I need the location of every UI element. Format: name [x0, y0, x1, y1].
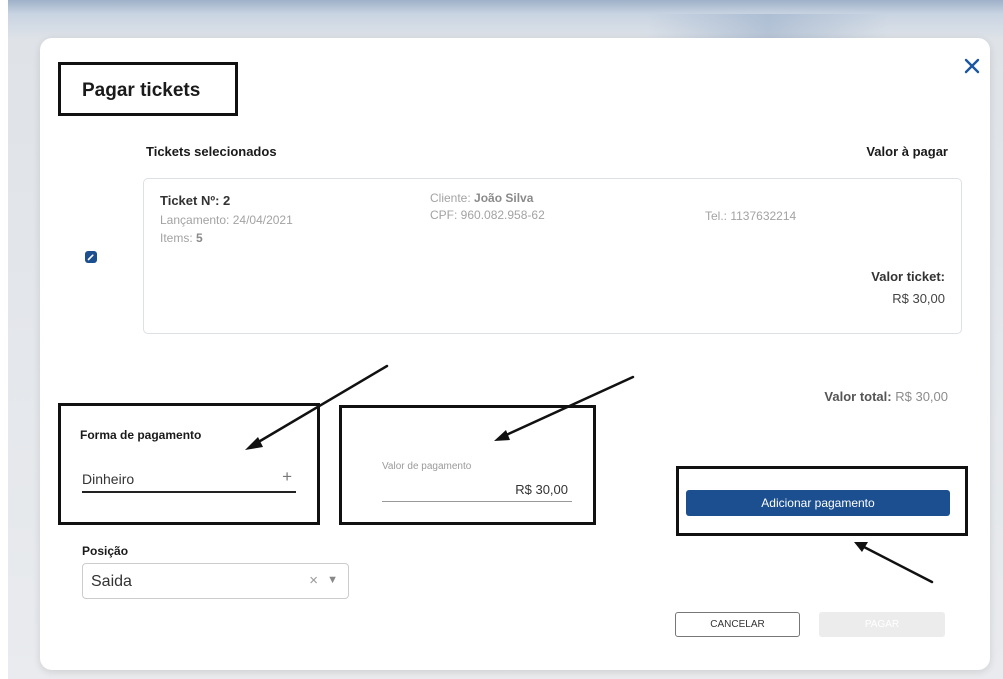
- ticket-items-count: 5: [196, 231, 203, 245]
- ticket-card[interactable]: Ticket Nº: 2 Lançamento: 24/04/2021 Item…: [143, 178, 962, 334]
- ticket-client-name: João Silva: [474, 191, 534, 205]
- ticket-value: R$ 30,00: [892, 291, 945, 306]
- ticket-number: Ticket Nº: 2: [160, 193, 231, 208]
- ticket-client-label: Cliente:: [430, 191, 471, 205]
- ticket-launch-date: Lançamento: 24/04/2021: [160, 213, 293, 227]
- ticket-client: Cliente: João Silva: [430, 191, 533, 205]
- amount-due-header: Valor à pagar: [866, 144, 948, 159]
- selected-tickets-header: Tickets selecionados: [146, 144, 277, 159]
- ticket-items: Items: 5: [160, 231, 203, 245]
- total-value: Valor total: R$ 30,00: [824, 389, 948, 404]
- caret-down-icon[interactable]: ▼: [327, 574, 338, 586]
- total-value-label: Valor total:: [824, 389, 892, 404]
- add-payment-button[interactable]: Adicionar pagamento: [686, 490, 950, 516]
- pay-tickets-modal: Pagar tickets Tickets selecionados Valor…: [40, 38, 990, 670]
- ticket-phone: Tel.: 1137632214: [705, 209, 797, 223]
- position-select[interactable]: Saida × ▼: [82, 563, 349, 599]
- position-value: Saida: [91, 573, 132, 590]
- annotation-box-payment-method: [58, 403, 320, 525]
- ticket-items-label: Items:: [160, 231, 193, 245]
- total-value-amount: R$ 30,00: [895, 389, 948, 404]
- position-label: Posição: [82, 544, 129, 558]
- clear-icon[interactable]: ×: [309, 572, 318, 589]
- payment-method-select[interactable]: Dinheiro +: [82, 467, 296, 493]
- payment-value-label: Valor de pagamento: [382, 461, 472, 472]
- ticket-cpf: CPF: 960.082.958-62: [430, 208, 545, 222]
- payment-value-input[interactable]: [382, 478, 572, 502]
- payment-method-label: Forma de pagamento: [80, 428, 202, 442]
- pay-button[interactable]: PAGAR: [819, 612, 945, 637]
- modal-title: Pagar tickets: [82, 80, 201, 101]
- payment-method-value: Dinheiro: [82, 471, 135, 487]
- close-icon[interactable]: [962, 56, 982, 76]
- cancel-button[interactable]: CANCELAR: [675, 612, 800, 637]
- edit-icon[interactable]: [85, 251, 97, 263]
- ticket-value-label: Valor ticket:: [871, 269, 945, 284]
- plus-icon: +: [282, 467, 292, 486]
